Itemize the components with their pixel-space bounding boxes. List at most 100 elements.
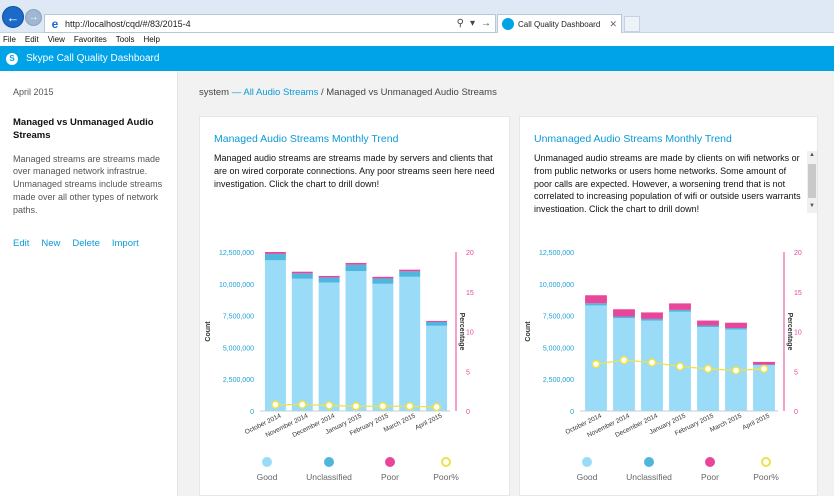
sidebar: April 2015 Managed vs Unmanaged Audio St… [0,71,178,496]
menu-help[interactable]: Help [143,35,159,44]
y-tick-label: 7,500,000 [223,314,254,321]
legend-poor-pct[interactable]: Poor% [418,457,474,482]
managed-chart[interactable]: 0 2,500,000 5,000,000 7,500,000 10,000,000 12… [200,247,511,457]
close-icon[interactable]: ✕ [609,19,617,30]
y-tick-label: 5,000,000 [543,345,574,352]
menu-favorites[interactable]: Favorites [74,35,107,44]
y-tick-label: 5,000,000 [223,345,254,352]
bar-unclassified [372,278,394,284]
y-axis-title: Count [525,321,532,342]
bar-good [585,305,607,411]
breadcrumb-all-audio[interactable]: All Audio Streams [243,87,318,98]
legend-good[interactable]: Good [558,457,616,482]
import-link[interactable]: Import [112,238,139,249]
bar-poor [264,252,286,254]
y-tick-label: 12,500,000 [539,250,574,257]
bar-unclassified [399,271,421,277]
y-tick-label: 10,000,000 [219,282,254,289]
dropdown-icon[interactable]: ▾ [470,18,475,29]
scroll-thumb[interactable] [808,164,816,198]
browser-tab[interactable]: Call Quality Dashboard ✕ [497,14,622,33]
legend-label: Poor [381,472,399,482]
menu-tools[interactable]: Tools [116,35,135,44]
y2-tick-label: 15 [794,290,802,297]
y-tick-label: 0 [570,409,574,416]
bar-poor [641,312,663,319]
bar-poor [399,269,421,272]
description-scroll-area[interactable]: Unmanaged audio streams are made by clie… [534,152,804,212]
card-description: Unmanaged audio streams are made by clie… [534,153,801,212]
legend-good[interactable]: Good [238,457,296,482]
legend-unclassified[interactable]: Unclassified [616,457,682,482]
breadcrumb-root[interactable]: system [199,87,229,98]
legend-label: Unclassified [306,472,352,482]
menu-bar: File Edit View Favorites Tools Help [0,33,834,46]
arrow-right-icon: → [28,12,39,23]
legend-dot-unclassified [324,457,334,467]
scroll-down-icon[interactable]: ▼ [807,202,817,211]
app-title[interactable]: Skype Call Quality Dashboard [26,53,159,64]
legend-dot-poor [705,457,715,467]
app-header: S Skype Call Quality Dashboard [0,46,834,71]
forward-button[interactable]: → [25,9,42,26]
address-url[interactable]: http://localhost/cqd/#/83/2015-4 [65,19,457,29]
bar-good [426,325,448,411]
poor-pct-point [405,401,414,411]
bar-unclassified [318,277,340,283]
card-title[interactable]: Unmanaged Audio Streams Monthly Trend [534,133,732,145]
y2-tick-label: 10 [794,330,802,337]
address-bar[interactable]: e http://localhost/cqd/#/83/2015-4 ⚲ ▾ → [44,14,496,33]
y2-tick-label: 5 [794,369,798,376]
edit-link[interactable]: Edit [13,238,29,249]
new-link[interactable]: New [41,238,60,249]
bar-unclassified [426,321,448,326]
y2-tick-label: 20 [466,250,474,257]
bar-unclassified [264,253,286,261]
bar-unclassified [725,328,747,330]
delete-link[interactable]: Delete [72,238,99,249]
y-tick-label: 2,500,000 [223,377,254,384]
ie-page-icon: e [51,16,59,31]
unmanaged-chart-card[interactable]: Unmanaged Audio Streams Monthly Trend Un… [519,116,818,496]
bar-unclassified [291,273,313,279]
back-button[interactable]: ← [2,6,24,28]
y-tick-label: 0 [250,409,254,416]
poor-pct-point [675,362,685,371]
bar-unclassified [345,264,367,272]
scroll-up-icon[interactable]: ▲ [807,151,817,160]
poor-pct-point [351,401,361,411]
unmanaged-chart[interactable]: 0 2,500,000 5,000,000 7,500,000 10,000,000 12… [520,247,819,457]
legend-poor-pct[interactable]: Poor% [738,457,794,482]
legend-poor[interactable]: Poor [362,457,418,482]
menu-view[interactable]: View [48,35,65,44]
bar-poor [426,320,448,322]
y-tick-label: 10,000,000 [539,282,574,289]
y-axis-title: Count [205,321,212,342]
menu-edit[interactable]: Edit [25,35,39,44]
go-icon[interactable]: → [481,18,491,29]
poor-pct-point [432,402,441,412]
x-tick-label: March 2015 [709,412,743,434]
card-title[interactable]: Managed Audio Streams Monthly Trend [214,133,398,145]
legend-dot-poor [385,457,395,467]
poor-pct-point [298,400,307,409]
y-tick-label: 7,500,000 [543,314,574,321]
bar-unclassified [613,316,635,319]
poor-pct-point [731,366,741,375]
bar-good [399,276,421,411]
y-tick-label: 2,500,000 [543,377,574,384]
y2-tick-label: 10 [466,330,474,337]
managed-chart-card[interactable]: Managed Audio Streams Monthly Trend Mana… [199,116,510,496]
search-icon[interactable]: ⚲ [457,18,464,29]
y-tick-label: 12,500,000 [219,250,254,257]
bar-poor [669,303,691,310]
skype-logo-icon: S [6,52,18,65]
legend-poor[interactable]: Poor [682,457,738,482]
description-scrollbar[interactable]: ▲ ▼ [807,151,817,213]
bar-poor [613,309,635,317]
menu-file[interactable]: File [3,35,16,44]
card-description: Managed audio streams are streams made b… [214,153,495,189]
new-tab-button[interactable] [624,16,640,32]
bar-good [291,278,313,411]
legend-unclassified[interactable]: Unclassified [296,457,362,482]
